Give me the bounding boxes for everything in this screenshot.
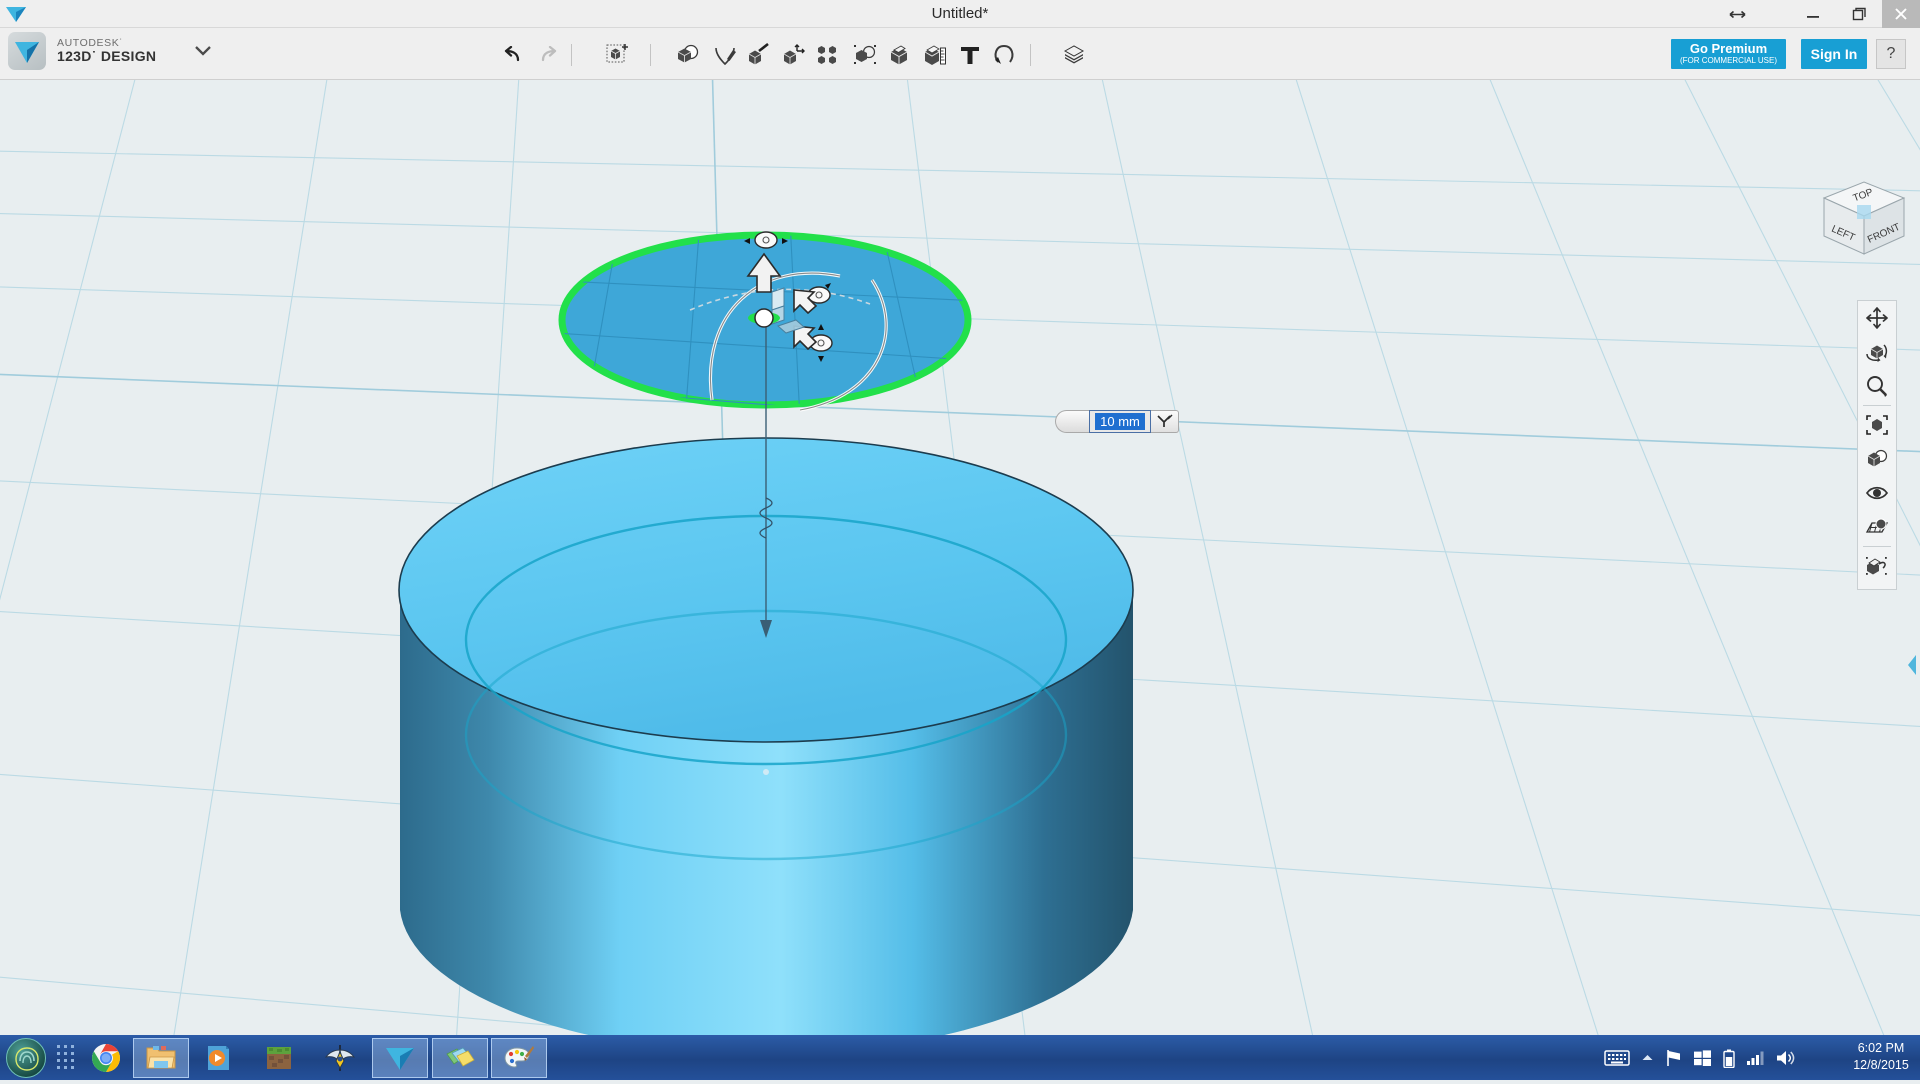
dimension-input-group[interactable]: 10 mm bbox=[1055, 408, 1185, 434]
tray-action-center[interactable] bbox=[1665, 1049, 1682, 1067]
3d-viewport[interactable]: TOP LEFT FRONT 10 mm bbox=[0, 80, 1920, 1035]
orbit-tool[interactable] bbox=[1858, 335, 1896, 369]
snap-button[interactable] bbox=[989, 41, 1019, 69]
material-tool[interactable] bbox=[1858, 549, 1896, 583]
help-button[interactable]: ? bbox=[1876, 39, 1906, 69]
taskbar-sticky-notes[interactable] bbox=[432, 1038, 488, 1078]
redo-button[interactable] bbox=[533, 41, 563, 69]
window-close-button[interactable] bbox=[1882, 0, 1920, 28]
grouping-button[interactable] bbox=[850, 41, 880, 69]
premium-title: Go Premium bbox=[1689, 41, 1768, 56]
system-tray bbox=[1604, 1038, 1795, 1078]
dimension-value: 10 mm bbox=[1095, 412, 1145, 430]
tray-volume[interactable] bbox=[1775, 1049, 1795, 1067]
taskbar-123d-design[interactable] bbox=[372, 1038, 428, 1078]
clock-time: 6:02 PM bbox=[1857, 1041, 1905, 1055]
sketch-button[interactable] bbox=[710, 41, 740, 69]
sign-in-button[interactable]: Sign In bbox=[1801, 39, 1867, 69]
taskbar-clock[interactable]: 6:02 PM 12/8/2015 bbox=[1845, 1040, 1917, 1074]
tray-keyboard[interactable] bbox=[1604, 1049, 1630, 1067]
tray-windows[interactable] bbox=[1693, 1049, 1712, 1067]
taskbar-minecraft[interactable] bbox=[251, 1038, 307, 1078]
nav-divider bbox=[1863, 405, 1891, 406]
app-toolbar: AUTODESK˙ 123D˙ DESIGN Go Premium (FOR C… bbox=[0, 28, 1920, 80]
modify-button[interactable] bbox=[779, 41, 809, 69]
dimension-input[interactable]: 10 mm bbox=[1089, 409, 1151, 433]
brand-text: AUTODESK˙ 123D˙ DESIGN bbox=[57, 38, 156, 64]
go-premium-button[interactable]: Go Premium (FOR COMMERCIAL USE) bbox=[1671, 39, 1786, 69]
zoom-tool[interactable] bbox=[1858, 369, 1896, 403]
view-navigation-bar bbox=[1857, 300, 1897, 590]
measure-button[interactable] bbox=[920, 41, 950, 69]
text-button[interactable] bbox=[955, 41, 985, 69]
tray-show-hidden[interactable] bbox=[1641, 1053, 1654, 1063]
chevron-down-icon[interactable] bbox=[194, 43, 212, 60]
window-minimize-button[interactable] bbox=[1790, 0, 1836, 28]
taskbar-paint[interactable] bbox=[491, 1038, 547, 1078]
window-maximize-button[interactable] bbox=[1836, 0, 1882, 28]
tray-battery[interactable] bbox=[1723, 1049, 1735, 1068]
tray-network[interactable] bbox=[1746, 1050, 1764, 1066]
undo-button[interactable] bbox=[498, 41, 528, 69]
123d-app-icon bbox=[8, 32, 46, 70]
window-titlebar: Untitled* bbox=[0, 0, 1920, 28]
clock-date: 12/8/2015 bbox=[1853, 1058, 1909, 1072]
visibility-tool[interactable] bbox=[1858, 476, 1896, 510]
construct-button[interactable] bbox=[744, 41, 774, 69]
pattern-button[interactable] bbox=[814, 41, 844, 69]
start-orb-icon[interactable] bbox=[6, 1038, 46, 1078]
nav-divider bbox=[1863, 546, 1891, 547]
material-button[interactable] bbox=[885, 41, 915, 69]
toolbar-separator-3 bbox=[1030, 44, 1031, 66]
window-resize-button[interactable] bbox=[1720, 0, 1754, 28]
layers-button[interactable] bbox=[1060, 41, 1090, 69]
snap-lock-icon[interactable] bbox=[1151, 409, 1179, 433]
shading-tool[interactable] bbox=[1858, 442, 1896, 476]
perspective-grid: TOP LEFT FRONT bbox=[0, 80, 1920, 1035]
taskbar-chrome[interactable] bbox=[78, 1038, 134, 1078]
dimension-drag-handle[interactable] bbox=[1055, 409, 1089, 433]
grid-view-tool[interactable] bbox=[1858, 510, 1896, 544]
windows-taskbar: 6:02 PM 12/8/2015 bbox=[0, 1035, 1920, 1080]
toolbar-separator-2 bbox=[650, 44, 651, 66]
taskbar-media-player[interactable] bbox=[191, 1038, 247, 1078]
taskbar-game[interactable] bbox=[312, 1038, 368, 1078]
brand-area: AUTODESK˙ 123D˙ DESIGN bbox=[8, 32, 212, 70]
primitives-button[interactable] bbox=[603, 41, 633, 69]
toolbar-separator-1 bbox=[571, 44, 572, 66]
brand-product: 123D˙ DESIGN bbox=[57, 48, 157, 65]
premium-subtitle: (FOR COMMERCIAL USE) bbox=[1679, 56, 1778, 65]
pan-tool[interactable] bbox=[1858, 301, 1896, 335]
fit-tool[interactable] bbox=[1858, 408, 1896, 442]
combine-button[interactable] bbox=[673, 41, 703, 69]
taskbar-explorer[interactable] bbox=[133, 1038, 189, 1078]
window-title: Untitled* bbox=[931, 5, 989, 22]
